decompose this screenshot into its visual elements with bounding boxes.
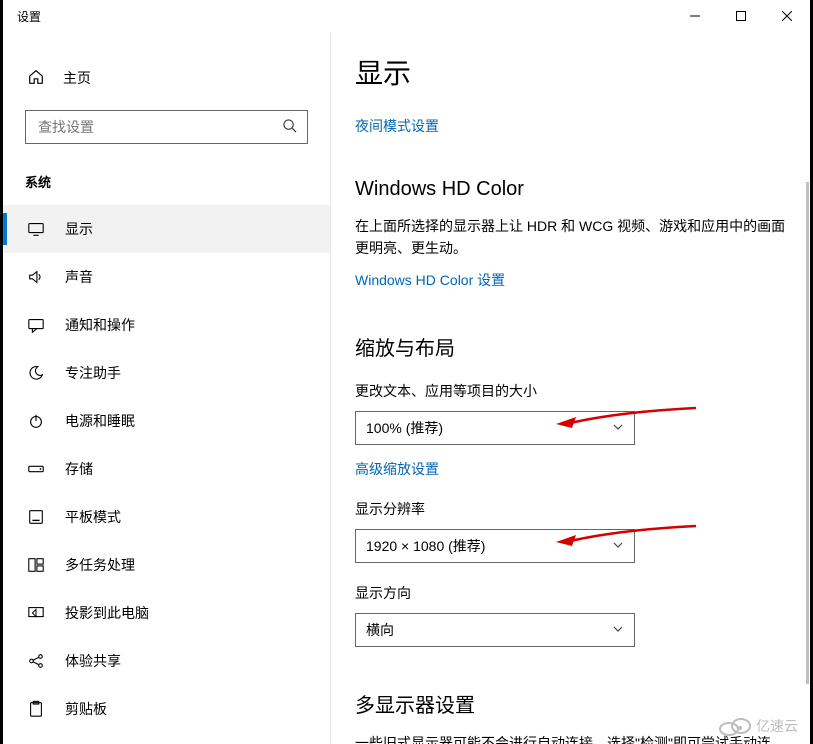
nav-list: 显示 声音 通知和操作: [3, 205, 330, 733]
titlebar: 设置: [3, 0, 810, 32]
hd-color-text: 在上面所选择的显示器上让 HDR 和 WCG 视频、游戏和应用中的画面更明亮、更…: [355, 215, 786, 260]
multi-monitor-heading: 多显示器设置: [355, 689, 786, 718]
window-controls: [672, 0, 810, 32]
chevron-down-icon: [612, 622, 624, 638]
home-label: 主页: [63, 68, 91, 88]
orientation-combobox[interactable]: 横向: [355, 613, 635, 647]
chat-icon: [27, 316, 45, 334]
sidebar-item-sound[interactable]: 声音: [3, 253, 330, 301]
sidebar-item-label: 声音: [65, 267, 93, 287]
drive-icon: [27, 460, 45, 478]
sidebar-item-multitask[interactable]: 多任务处理: [3, 541, 330, 589]
window-title: 设置: [17, 8, 41, 25]
home-icon: [27, 68, 45, 89]
chevron-down-icon: [612, 420, 624, 436]
sidebar-section-label: 系统: [3, 144, 330, 205]
search-input[interactable]: [26, 119, 307, 135]
orientation-value: 横向: [366, 620, 394, 640]
share-icon: [27, 652, 45, 670]
sidebar-item-focus[interactable]: 专注助手: [3, 349, 330, 397]
search-box[interactable]: [25, 110, 308, 144]
power-icon: [27, 412, 45, 430]
sidebar-item-label: 剪贴板: [65, 699, 107, 719]
resolution-label: 显示分辨率: [355, 499, 786, 519]
monitor-icon: [27, 220, 45, 238]
resolution-combobox[interactable]: 1920 × 1080 (推荐): [355, 529, 635, 563]
close-button[interactable]: [764, 0, 810, 32]
watermark: 亿速云: [718, 716, 798, 736]
sidebar-item-label: 投影到此电脑: [65, 603, 149, 623]
clipboard-icon: [27, 700, 45, 718]
minimize-button[interactable]: [672, 0, 718, 32]
multitask-icon: [27, 556, 45, 574]
speaker-icon: [27, 268, 45, 286]
resolution-value: 1920 × 1080 (推荐): [366, 536, 485, 556]
sidebar-item-label: 存储: [65, 459, 93, 479]
sidebar-item-storage[interactable]: 存储: [3, 445, 330, 493]
advanced-scale-link[interactable]: 高级缩放设置: [355, 459, 786, 479]
chevron-down-icon: [612, 538, 624, 554]
scale-layout-heading: 缩放与布局: [355, 332, 786, 361]
hd-color-heading: Windows HD Color: [355, 178, 786, 201]
maximize-button[interactable]: [718, 0, 764, 32]
scale-value: 100% (推荐): [366, 418, 443, 438]
sidebar-item-label: 专注助手: [65, 363, 121, 383]
sidebar-item-tablet[interactable]: 平板模式: [3, 493, 330, 541]
sidebar-item-shared[interactable]: 体验共享: [3, 637, 330, 685]
orientation-label: 显示方向: [355, 583, 786, 603]
tablet-icon: [27, 508, 45, 526]
sidebar-item-label: 通知和操作: [65, 315, 135, 335]
sidebar-item-label: 平板模式: [65, 507, 121, 527]
watermark-text: 亿速云: [756, 716, 798, 736]
moon-icon: [27, 364, 45, 382]
scale-combobox[interactable]: 100% (推荐): [355, 411, 635, 445]
night-mode-link[interactable]: 夜间模式设置: [355, 116, 786, 136]
search-icon: [282, 118, 297, 136]
annotation-arrow: [556, 524, 696, 554]
hd-color-link[interactable]: Windows HD Color 设置: [355, 270, 786, 290]
annotation-arrow: [556, 406, 696, 436]
scrollbar[interactable]: [806, 182, 809, 684]
sidebar-item-power[interactable]: 电源和睡眠: [3, 397, 330, 445]
scale-label: 更改文本、应用等项目的大小: [355, 381, 786, 401]
sidebar-item-notifications[interactable]: 通知和操作: [3, 301, 330, 349]
content-pane[interactable]: 显示 夜间模式设置 Windows HD Color 在上面所选择的显示器上让 …: [331, 32, 810, 744]
sidebar-item-clipboard[interactable]: 剪贴板: [3, 685, 330, 733]
sidebar-item-label: 电源和睡眠: [65, 411, 135, 431]
sidebar-item-label: 多任务处理: [65, 555, 135, 575]
project-icon: [27, 604, 45, 622]
sidebar-item-label: 体验共享: [65, 651, 121, 671]
sidebar-item-label: 显示: [65, 219, 93, 239]
page-title: 显示: [355, 52, 786, 92]
sidebar-item-display[interactable]: 显示: [3, 205, 330, 253]
sidebar: 主页 系统 显示: [3, 32, 331, 744]
home-link[interactable]: 主页: [3, 56, 330, 100]
sidebar-item-projecting[interactable]: 投影到此电脑: [3, 589, 330, 637]
